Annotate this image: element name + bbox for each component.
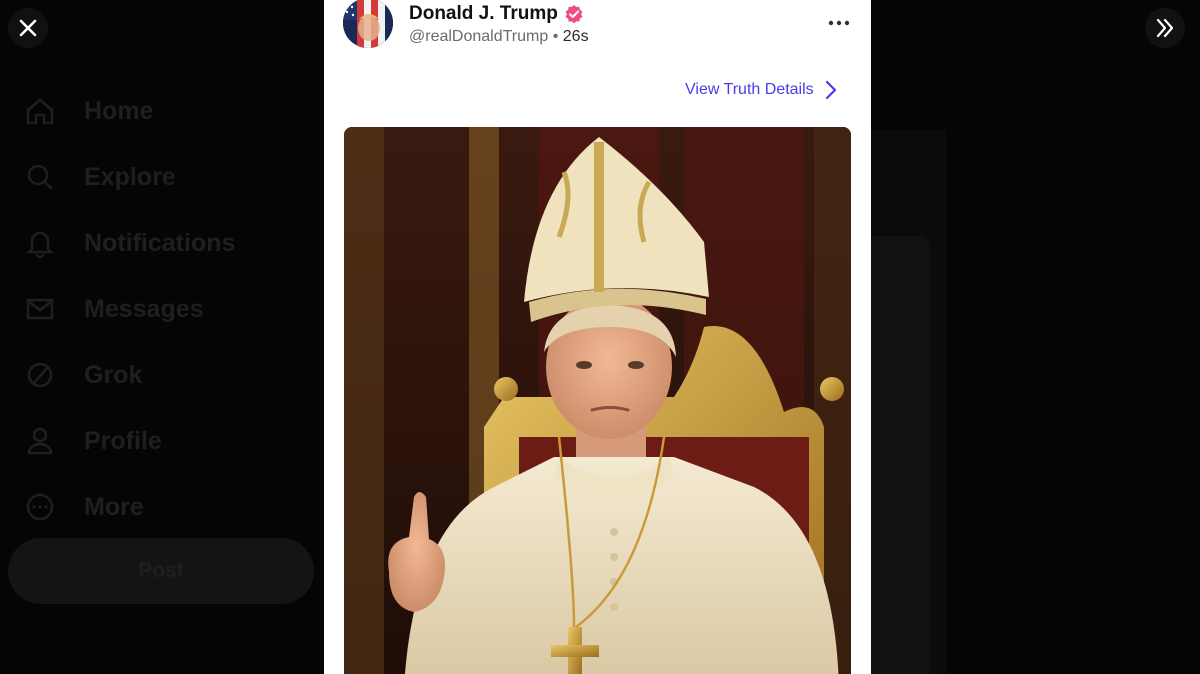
sidebar-item-label: Profile (84, 426, 162, 455)
post-image[interactable] (344, 127, 851, 674)
sidebar-item-label: Messages (84, 294, 204, 323)
home-icon (22, 93, 58, 129)
post-timestamp[interactable]: 26s (563, 28, 589, 45)
media-viewer: Home Explore Notifications Messages Grok… (0, 0, 1200, 674)
post-button: Post (8, 538, 314, 604)
sidebar-item-messages: Messages (22, 276, 322, 342)
author-meta: @realDonaldTrump • 26s (409, 28, 589, 46)
sidebar-item-label: Notifications (84, 228, 236, 257)
close-button[interactable] (8, 8, 48, 48)
sidebar-item-home: Home (22, 78, 322, 144)
grok-icon (22, 357, 58, 393)
sidebar-item-more: More (22, 474, 322, 540)
more-circle-icon (22, 489, 58, 525)
view-truth-details-link[interactable]: View Truth Details (685, 80, 838, 100)
author-name-text: Donald J. Trump (409, 3, 558, 24)
meta-separator: • (552, 28, 559, 45)
sidebar-item-label: Home (84, 96, 154, 125)
mail-icon (22, 291, 58, 327)
sidebar-item-grok: Grok (22, 342, 322, 408)
person-icon (22, 423, 58, 459)
sidebar-item-notifications: Notifications (22, 210, 322, 276)
sidebar-item-profile: Profile (22, 408, 322, 474)
double-chevron-right-icon (1156, 18, 1174, 38)
sidebar-item-explore: Explore (22, 144, 322, 210)
author-name[interactable]: Donald J. Trump (409, 3, 584, 25)
sidebar-item-label: More (84, 492, 144, 521)
truth-post-card: Donald J. Trump @realDonaldTrump • 26s V… (324, 0, 871, 674)
sidebar-nav: Home Explore Notifications Messages Grok… (22, 78, 322, 540)
sidebar-item-label: Grok (84, 360, 143, 389)
verified-badge-icon (564, 4, 584, 24)
ellipsis-icon (828, 20, 850, 26)
expand-sidebar-button[interactable] (1145, 8, 1185, 48)
author-handle[interactable]: @realDonaldTrump (409, 28, 548, 45)
avatar[interactable] (343, 0, 393, 48)
background-media-preview (870, 236, 930, 674)
bell-icon (22, 225, 58, 261)
sidebar-item-label: Explore (84, 162, 176, 191)
search-icon (22, 159, 58, 195)
chevron-right-icon (825, 80, 836, 100)
close-icon (19, 19, 37, 37)
view-truth-details-label: View Truth Details (685, 81, 814, 98)
more-options-button[interactable] (824, 10, 854, 36)
